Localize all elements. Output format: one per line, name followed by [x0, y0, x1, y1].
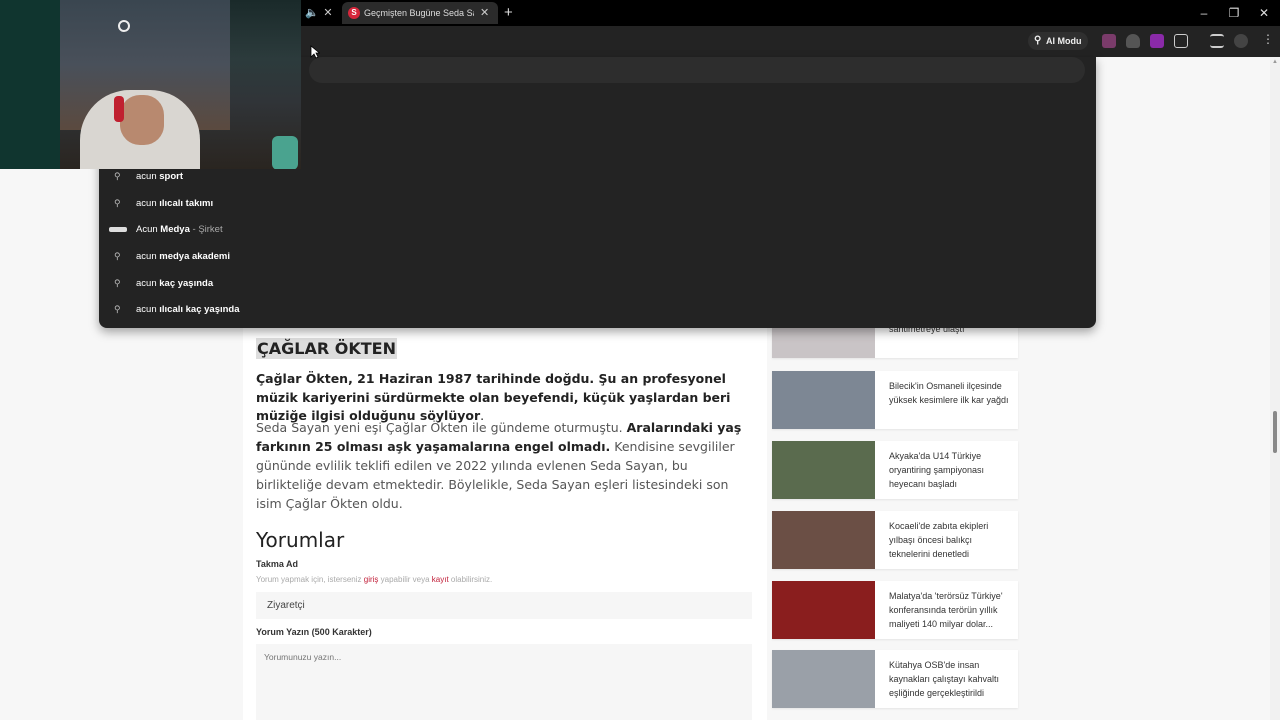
puzzle-icon[interactable]: [1174, 34, 1188, 48]
section-heading: ÇAĞLAR ÖKTEN: [256, 338, 397, 359]
comment-label: Yorum Yazın (500 Karakter): [256, 627, 372, 637]
suggestion-item[interactable]: ⚲ acun medya akademi: [99, 243, 1096, 270]
news-card[interactable]: Akyaka'da U14 Türkiye oryantiring şampiy…: [772, 441, 1018, 499]
new-tab-plus-icon[interactable]: +: [504, 0, 513, 25]
tab-title: Geçmişten Bugüne Seda Sayan: [364, 8, 474, 18]
ai-mode-label: AI Modu: [1046, 36, 1082, 46]
tab-active[interactable]: S Geçmişten Bugüne Seda Sayan ✕: [342, 2, 498, 24]
suggestion-text: acun kaç yaşında: [136, 270, 213, 297]
mouse-cursor-icon: [310, 45, 320, 59]
site-favicon-icon: S: [348, 7, 360, 19]
headphones-icon: [114, 96, 124, 122]
nickname-label: Takma Ad: [256, 559, 299, 569]
search-icon: ⚲: [114, 198, 121, 208]
suggestion-prefix: acun: [136, 278, 160, 289]
news-title[interactable]: Akyaka'da U14 Türkiye oryantiring şampiy…: [889, 449, 1013, 491]
suggestion-text: acun ılıcalı kaç yaşında: [136, 296, 240, 323]
note-start: Yorum yapmak için, isterseniz: [256, 575, 364, 584]
suggestion-bold: medya akademi: [159, 251, 231, 262]
nickname-input[interactable]: [256, 592, 752, 619]
search-icon: ⚲: [114, 278, 121, 288]
minimize-button[interactable]: –: [1189, 0, 1219, 26]
suggestion-bold: Medya: [160, 224, 190, 235]
scroll-up-arrow-icon[interactable]: ▲: [1272, 59, 1278, 65]
suggestion-prefix: Acun: [136, 224, 161, 235]
ai-search-icon: ⚲: [1034, 35, 1042, 46]
webcam-bottle: [272, 136, 298, 169]
address-bar[interactable]: [309, 57, 1085, 83]
suggestion-item[interactable]: Acun Medya - Şirket: [99, 216, 1096, 243]
kebab-menu-icon[interactable]: ⋮: [1262, 32, 1274, 46]
suggestion-prefix: acun: [136, 304, 160, 315]
webcam-overlay: [0, 0, 301, 169]
webcam-wall: [0, 0, 60, 169]
suggestion-text: Acun Medya - Şirket: [136, 216, 223, 243]
para2-start: Seda Sayan yeni eşi Çağlar Ökten ile gün…: [256, 420, 627, 435]
news-title[interactable]: Bilecik'in Osmaneli ilçesinde yüksek kes…: [889, 379, 1013, 407]
news-card[interactable]: Kütahya OSB'de insan kaynakları çalıştay…: [772, 650, 1018, 708]
note-end: olabilirsiniz.: [448, 575, 493, 584]
shield-icon[interactable]: [1126, 34, 1140, 48]
login-link[interactable]: giriş: [364, 575, 379, 584]
close-tab-icon[interactable]: ✕: [320, 0, 336, 26]
news-title[interactable]: Kocaeli'de zabıta ekipleri yılbaşı önces…: [889, 519, 1013, 561]
suggestion-text: acun ılıcalı takımı: [136, 190, 213, 217]
news-sidebar: ilçesinde kar kalınlığı 20 santimetreye …: [770, 300, 1020, 720]
page-scrollbar[interactable]: ▲: [1270, 57, 1280, 720]
suggestion-prefix: acun: [136, 198, 160, 209]
avatar[interactable]: [1234, 34, 1248, 48]
news-thumbnail: [772, 511, 875, 569]
close-window-button[interactable]: ✕: [1249, 0, 1279, 26]
suggestion-item[interactable]: ⚲ acun ılıcalı takımı: [99, 190, 1096, 217]
suggestion-bold: ılıcalı takımı: [159, 198, 214, 209]
suggestion-prefix: acun: [136, 251, 160, 262]
news-card[interactable]: Malatya'da 'terörsüz Türkiye' konferansı…: [772, 581, 1018, 639]
ai-mode-button[interactable]: ⚲ AI Modu: [1028, 32, 1088, 50]
webcam-person-head: [120, 95, 164, 145]
note-mid: yapabilir veya: [378, 575, 432, 584]
extension-icon[interactable]: [1102, 34, 1116, 48]
register-link[interactable]: kayıt: [432, 575, 449, 584]
suggestion-subtext: - Şirket: [189, 224, 223, 235]
news-thumbnail: [772, 650, 875, 708]
comment-textarea[interactable]: [256, 644, 752, 720]
media-playlist-icon[interactable]: [1210, 34, 1224, 48]
news-title[interactable]: Malatya'da 'terörsüz Türkiye' konferansı…: [889, 589, 1013, 631]
news-thumbnail: [772, 441, 875, 499]
speaker-icon[interactable]: 🔈: [304, 0, 320, 26]
suggestion-prefix: acun: [136, 171, 160, 182]
extension-icon[interactable]: [1150, 34, 1164, 48]
news-thumbnail: [772, 581, 875, 639]
article-content: ÇAĞLAR ÖKTEN Çağlar Ökten, 21 Haziran 19…: [243, 328, 767, 720]
suggestion-item[interactable]: ⚲ acun ılıcalı kaç yaşında: [99, 296, 1096, 323]
close-icon[interactable]: ✕: [480, 2, 489, 24]
suggestion-bold: ılıcalı kaç yaşında: [159, 304, 240, 315]
suggestion-text: acun medya akademi: [136, 243, 230, 270]
suggestion-item[interactable]: ⚲ acun kaç yaşında: [99, 270, 1096, 297]
news-card[interactable]: Bilecik'in Osmaneli ilçesinde yüksek kes…: [772, 371, 1018, 429]
news-card[interactable]: Kocaeli'de zabıta ekipleri yılbaşı önces…: [772, 511, 1018, 569]
webcam-ceiling-light: [118, 20, 130, 32]
comments-heading: Yorumlar: [256, 528, 345, 552]
suggestion-bold: sport: [159, 171, 183, 182]
para1-text: Çağlar Ökten, 21 Haziran 1987 tarihinde …: [256, 371, 731, 423]
entity-logo-icon: [109, 227, 127, 232]
scrollbar-thumb[interactable]: [1273, 411, 1277, 453]
news-thumbnail: [772, 371, 875, 429]
login-note: Yorum yapmak için, isterseniz giriş yapa…: [256, 575, 492, 584]
search-icon: ⚲: [114, 251, 121, 261]
article-paragraph: Seda Sayan yeni eşi Çağlar Ökten ile gün…: [256, 418, 756, 513]
maximize-button[interactable]: ❐: [1219, 0, 1249, 26]
news-title[interactable]: Kütahya OSB'de insan kaynakları çalıştay…: [889, 658, 1013, 700]
suggestion-bold: kaç yaşında: [159, 278, 214, 289]
search-icon: ⚲: [114, 304, 121, 314]
